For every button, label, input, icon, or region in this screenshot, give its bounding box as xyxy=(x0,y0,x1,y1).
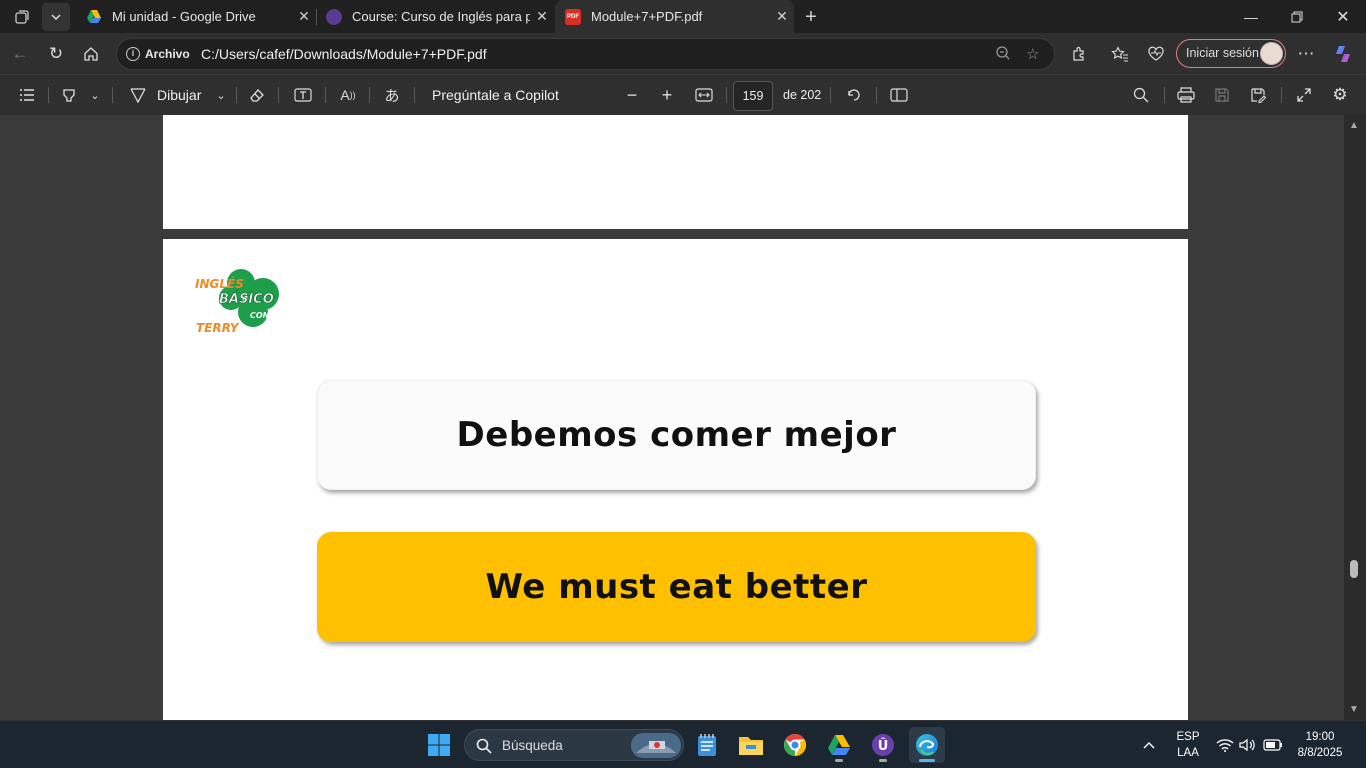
scheme-label: Archivo xyxy=(145,47,190,61)
info-icon[interactable]: i xyxy=(126,47,140,61)
taskbar-search-label: Búsqueda xyxy=(502,738,563,753)
logo-text-basico: BÁSICO xyxy=(219,291,274,307)
pdf-toolbar: ⌄ Dibujar ⌄ A)) あ Pregúntale a Copilot −… xyxy=(0,74,1366,115)
navigation-bar: ← ↻ i Archivo C:/Users/cafef/Downloads/M… xyxy=(0,33,1366,74)
clock-time[interactable]: 19:00 xyxy=(1288,731,1352,743)
draw-label[interactable]: Dibujar xyxy=(157,84,201,106)
svg-text:Û: Û xyxy=(878,738,889,754)
print-icon[interactable] xyxy=(1175,84,1197,106)
tab-course[interactable]: Course: Curso de Inglés para principiant… xyxy=(316,0,554,33)
spanish-sentence: Debemos comer mejor xyxy=(456,415,897,455)
scrollbar-thumb[interactable] xyxy=(1350,560,1358,578)
close-tab-icon[interactable]: ✕ xyxy=(530,8,554,25)
translate-icon[interactable]: あ xyxy=(380,84,404,106)
avatar xyxy=(1260,42,1283,65)
home-icon[interactable] xyxy=(76,39,106,69)
close-tab-icon[interactable]: ✕ xyxy=(770,8,794,25)
tab-title: Course: Curso de Inglés para principiant… xyxy=(352,9,530,24)
read-aloud-icon[interactable]: A)) xyxy=(336,84,360,106)
url-text[interactable]: C:/Users/cafef/Downloads/Module+7+PDF.pd… xyxy=(201,46,487,62)
keyboard-layout[interactable]: LAA xyxy=(1172,747,1204,759)
edge-browser-icon[interactable] xyxy=(909,727,945,763)
new-tab-icon[interactable]: + xyxy=(797,3,825,31)
page-count-label: de 202 xyxy=(783,88,822,102)
spanish-sentence-card: Debemos comer mejor xyxy=(317,380,1036,490)
pdf-viewport[interactable]: INGLÉS BÁSICO CON TERRY Debemos comer me… xyxy=(0,115,1366,720)
back-icon[interactable]: ← xyxy=(5,39,35,69)
settings-gear-icon[interactable]: ⚙ xyxy=(1329,84,1351,106)
google-chrome-icon[interactable] xyxy=(777,727,813,763)
add-text-icon[interactable] xyxy=(291,84,315,106)
fullscreen-icon[interactable] xyxy=(1293,84,1315,106)
show-hidden-icons-chevron-icon[interactable] xyxy=(1134,727,1164,763)
pdf-icon: PDF xyxy=(565,8,581,25)
signin-label: Iniciar sesión xyxy=(1186,46,1259,60)
page-view-icon[interactable] xyxy=(887,84,911,106)
zoom-out-icon[interactable] xyxy=(995,45,1011,65)
notepad-icon[interactable] xyxy=(689,727,725,763)
previous-page xyxy=(163,115,1188,229)
ask-copilot-button[interactable]: Pregúntale a Copilot xyxy=(432,84,559,106)
course-app-icon[interactable]: Û xyxy=(865,727,901,763)
eraser-icon[interactable] xyxy=(246,84,268,106)
search-icon xyxy=(476,738,492,754)
taskbar: Búsqueda Û ESP LAA 19:00 8/8/2025 xyxy=(0,720,1366,768)
tab-title: Module+7+PDF.pdf xyxy=(591,9,703,24)
refresh-icon[interactable]: ↻ xyxy=(41,39,71,69)
input-language[interactable]: ESP xyxy=(1172,731,1204,743)
tab-google-drive[interactable]: Mi unidad - Google Drive ✕ xyxy=(76,0,316,33)
save-icon[interactable] xyxy=(1211,84,1233,106)
close-window-icon[interactable]: ✕ xyxy=(1320,0,1366,33)
contents-list-icon[interactable] xyxy=(16,84,38,106)
clock-date[interactable]: 8/8/2025 xyxy=(1288,747,1352,759)
favorites-icon[interactable] xyxy=(1105,39,1135,69)
tab-title: Mi unidad - Google Drive xyxy=(112,9,256,24)
pdf-page: INGLÉS BÁSICO CON TERRY Debemos comer me… xyxy=(163,239,1188,720)
favorite-star-icon[interactable]: ☆ xyxy=(1026,45,1039,63)
search-highlight-image-icon xyxy=(631,733,681,758)
workspaces-icon[interactable] xyxy=(8,3,36,31)
more-menu-icon[interactable]: ⋯ xyxy=(1291,39,1321,69)
battery-icon[interactable] xyxy=(1260,727,1286,763)
signin-button[interactable]: Iniciar sesión xyxy=(1176,39,1286,68)
logo-text-ingles: INGLÉS xyxy=(195,276,244,291)
browser-essentials-icon[interactable] xyxy=(1141,39,1171,69)
restore-icon[interactable] xyxy=(1274,0,1320,33)
minimize-icon[interactable]: — xyxy=(1228,0,1274,33)
taskbar-search[interactable]: Búsqueda xyxy=(464,729,684,761)
address-bar[interactable]: i Archivo C:/Users/cafef/Downloads/Modul… xyxy=(116,38,1055,70)
google-drive-icon xyxy=(86,9,102,25)
zoom-out-icon[interactable]: − xyxy=(621,84,643,106)
logo-text-terry: TERRY xyxy=(196,321,240,335)
scroll-down-icon[interactable]: ▼ xyxy=(1349,704,1359,715)
close-tab-icon[interactable]: ✕ xyxy=(292,8,316,25)
google-drive-taskbar-icon[interactable] xyxy=(821,727,857,763)
highlight-icon[interactable] xyxy=(58,84,80,106)
vertical-scrollbar[interactable]: ▲ ▼ xyxy=(1344,115,1366,720)
draw-options-chevron-icon[interactable]: ⌄ xyxy=(212,84,230,106)
fit-width-icon[interactable] xyxy=(693,84,715,106)
tab-module-pdf[interactable]: PDF Module+7+PDF.pdf ✕ xyxy=(555,0,794,33)
tab-bar: Mi unidad - Google Drive ✕ Course: Curso… xyxy=(0,0,1366,33)
zoom-in-icon[interactable]: + xyxy=(656,84,678,106)
copilot-icon[interactable] xyxy=(1328,39,1358,69)
windows-start-icon[interactable] xyxy=(421,727,457,763)
page-number-input[interactable] xyxy=(733,81,773,111)
scroll-up-icon[interactable]: ▲ xyxy=(1349,120,1359,131)
course-icon xyxy=(326,8,342,25)
ingles-basico-con-terry-logo: INGLÉS BÁSICO CON TERRY xyxy=(195,269,279,335)
extensions-icon[interactable] xyxy=(1064,39,1094,69)
rotate-icon[interactable] xyxy=(843,84,865,106)
volume-icon[interactable] xyxy=(1236,727,1260,763)
highlight-options-chevron-icon[interactable]: ⌄ xyxy=(86,84,104,106)
file-explorer-icon[interactable] xyxy=(733,727,769,763)
logo-text-con: CON xyxy=(250,311,270,320)
save-as-icon[interactable] xyxy=(1247,84,1269,106)
tab-actions-chevron-icon[interactable] xyxy=(42,3,70,31)
english-sentence: We must eat better xyxy=(485,567,868,607)
draw-icon[interactable] xyxy=(126,84,150,106)
wifi-icon[interactable] xyxy=(1212,727,1238,763)
search-icon[interactable] xyxy=(1130,84,1152,106)
english-sentence-card: We must eat better xyxy=(317,532,1036,642)
